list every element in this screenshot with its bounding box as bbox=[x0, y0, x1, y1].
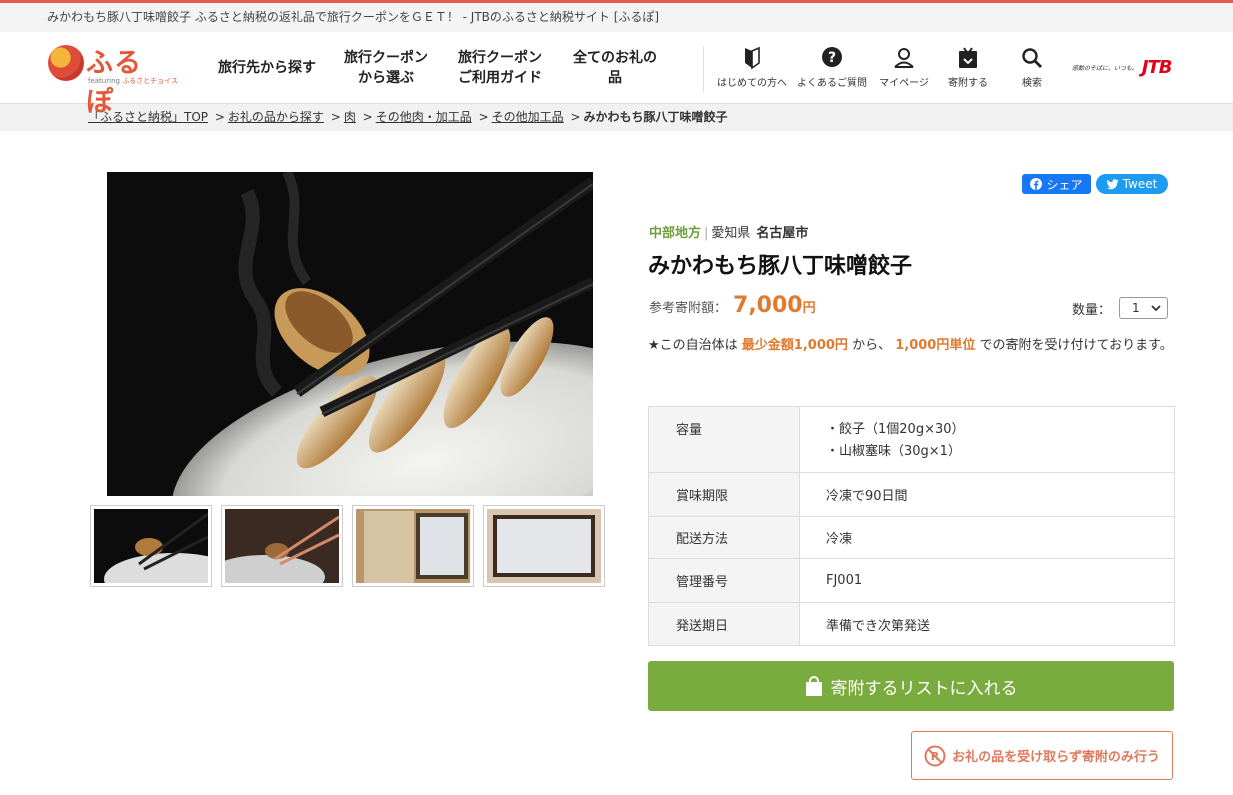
spec-value: 準備でき次第発送 bbox=[799, 602, 1175, 646]
nav-divider bbox=[703, 46, 704, 92]
price-unit: 円 bbox=[802, 301, 816, 316]
gnav-search-destination[interactable]: 旅行先から探す bbox=[205, 32, 329, 104]
logo-sub: featuring ふるさとチョイス bbox=[88, 77, 178, 85]
thumbnail-4[interactable] bbox=[483, 505, 605, 587]
breadcrumb-link-gifts[interactable]: お礼の品から探す bbox=[228, 110, 324, 124]
thumbnail-1[interactable] bbox=[90, 505, 212, 587]
search-icon bbox=[1022, 48, 1042, 68]
spec-table: 容量 ・餃子（1個20g×30） ・山椒塞味（30g×1） 賞味期限 冷凍で90… bbox=[648, 406, 1175, 646]
thumbnail-strip bbox=[90, 505, 614, 587]
breadcrumb-link-other-meat[interactable]: その他肉・加工品 bbox=[376, 110, 472, 124]
breadcrumb-link-other-processed[interactable]: その他加工品 bbox=[492, 110, 564, 124]
breadcrumb-link-meat[interactable]: 肉 bbox=[344, 110, 356, 124]
spec-row: 配送方法 冷凍 bbox=[648, 516, 1175, 559]
prefecture: 愛知県 bbox=[711, 226, 751, 241]
facebook-icon bbox=[1030, 178, 1043, 190]
quantity-select[interactable]: 1 bbox=[1119, 297, 1169, 319]
spec-row: 容量 ・餃子（1個20g×30） ・山椒塞味（30g×1） bbox=[648, 406, 1175, 473]
unav-mypage[interactable]: マイページ bbox=[872, 32, 936, 104]
page-title: みかわもち豚八丁味噌餃子 ふるさと納税の返礼品で旅行クーポンをＧＥＴ！ - JT… bbox=[47, 10, 660, 24]
chevron-down-icon bbox=[1151, 305, 1161, 312]
quantity-label: 数量： bbox=[1072, 302, 1112, 318]
price-block: 参考寄附額： 7,000 円 bbox=[649, 293, 816, 318]
furupo-logo[interactable]: ふるぽ featuring ふるさとチョイス bbox=[48, 43, 178, 118]
utility-nav: はじめての方へ ? よくあるご質問 マイページ 寄附する 検索 bbox=[712, 32, 1064, 104]
spec-row: 賞味期限 冷凍で90日間 bbox=[648, 472, 1175, 517]
quantity-block: 数量： 1 bbox=[1072, 297, 1169, 319]
thumbnail-3[interactable] bbox=[352, 505, 474, 587]
price-label: 参考寄附額： bbox=[649, 301, 728, 316]
gnav-choose-coupon[interactable]: 旅行クーポン から選ぶ bbox=[329, 32, 443, 104]
page-title-bar: みかわもち豚八丁味噌餃子 ふるさと納税の返礼品で旅行クーポンをＧＥＴ！ - JT… bbox=[0, 0, 1233, 32]
product-title: みかわもち豚八丁味噌餃子 bbox=[648, 254, 913, 279]
spec-key: 発送期日 bbox=[648, 602, 800, 646]
jtb-wordmark: JTB bbox=[1141, 57, 1173, 78]
donation-note: ★この自治体は 最少金額1,000円 から、 1,000円単位 での寄附を受け付… bbox=[648, 338, 1173, 353]
question-icon: ? bbox=[822, 47, 842, 67]
shopping-bag-icon bbox=[805, 676, 822, 696]
site-header: ふるぽ featuring ふるさとチョイス 旅行先から探す 旅行クーポン から… bbox=[0, 32, 1233, 118]
donate-box-icon bbox=[959, 47, 977, 68]
spec-key: 容量 bbox=[648, 406, 800, 473]
jtb-logo[interactable]: 感動のそばに、いつも。 JTB bbox=[1072, 57, 1173, 78]
beginner-mark-icon bbox=[745, 46, 760, 70]
jtb-slogan: 感動のそばに、いつも。 bbox=[1072, 65, 1138, 72]
spec-key: 管理番号 bbox=[648, 558, 800, 603]
unav-faq[interactable]: ? よくあるご質問 bbox=[792, 32, 872, 104]
spec-key: 配送方法 bbox=[648, 516, 800, 559]
breadcrumb-current: みかわもち豚八丁味噌餃子 bbox=[583, 110, 728, 124]
gnav-coupon-guide[interactable]: 旅行クーポン ご利用ガイド bbox=[443, 32, 557, 104]
product-main-image bbox=[107, 172, 593, 496]
unav-search[interactable]: 検索 bbox=[1000, 32, 1064, 104]
no-gift-icon: R bbox=[924, 745, 946, 766]
spec-key: 賞味期限 bbox=[648, 472, 800, 517]
add-to-list-button[interactable]: 寄附するリストに入れる bbox=[648, 661, 1174, 711]
donate-only-button[interactable]: R お礼の品を受け取らず寄附のみ行う bbox=[911, 731, 1173, 780]
region-link[interactable]: 中部地方 bbox=[649, 226, 701, 241]
twitter-bird-icon bbox=[1106, 179, 1119, 190]
price-value: 7,000 bbox=[733, 293, 803, 318]
spec-value: FJ001 bbox=[799, 558, 1175, 603]
breadcrumb: 「ふるさと納税」TOP > お礼の品から探す > 肉 > その他肉・加工品 > その他加… bbox=[0, 104, 1233, 131]
logo-mark-icon bbox=[48, 45, 84, 81]
thumbnail-2[interactable] bbox=[221, 505, 343, 587]
twitter-tweet-button[interactable]: Tweet bbox=[1096, 174, 1168, 194]
product-location: 中部地方 | 愛知県 名古屋市 bbox=[649, 226, 809, 241]
spec-value: 冷凍で90日間 bbox=[799, 472, 1175, 517]
svg-text:?: ? bbox=[828, 50, 836, 66]
unav-beginners[interactable]: はじめての方へ bbox=[712, 32, 792, 104]
facebook-share-button[interactable]: シェア bbox=[1022, 174, 1091, 194]
gnav-all-gifts[interactable]: 全てのお礼の品 bbox=[557, 32, 673, 104]
spec-row: 発送期日 準備でき次第発送 bbox=[648, 602, 1175, 646]
spec-value: ・餃子（1個20g×30） ・山椒塞味（30g×1） bbox=[799, 406, 1175, 473]
spec-row: 管理番号 FJ001 bbox=[648, 558, 1175, 603]
spec-value: 冷凍 bbox=[799, 516, 1175, 559]
global-nav: 旅行先から探す 旅行クーポン から選ぶ 旅行クーポン ご利用ガイド 全てのお礼の… bbox=[205, 32, 673, 104]
unav-donate[interactable]: 寄附する bbox=[936, 32, 1000, 104]
user-icon bbox=[894, 48, 914, 68]
city: 名古屋市 bbox=[756, 226, 809, 241]
